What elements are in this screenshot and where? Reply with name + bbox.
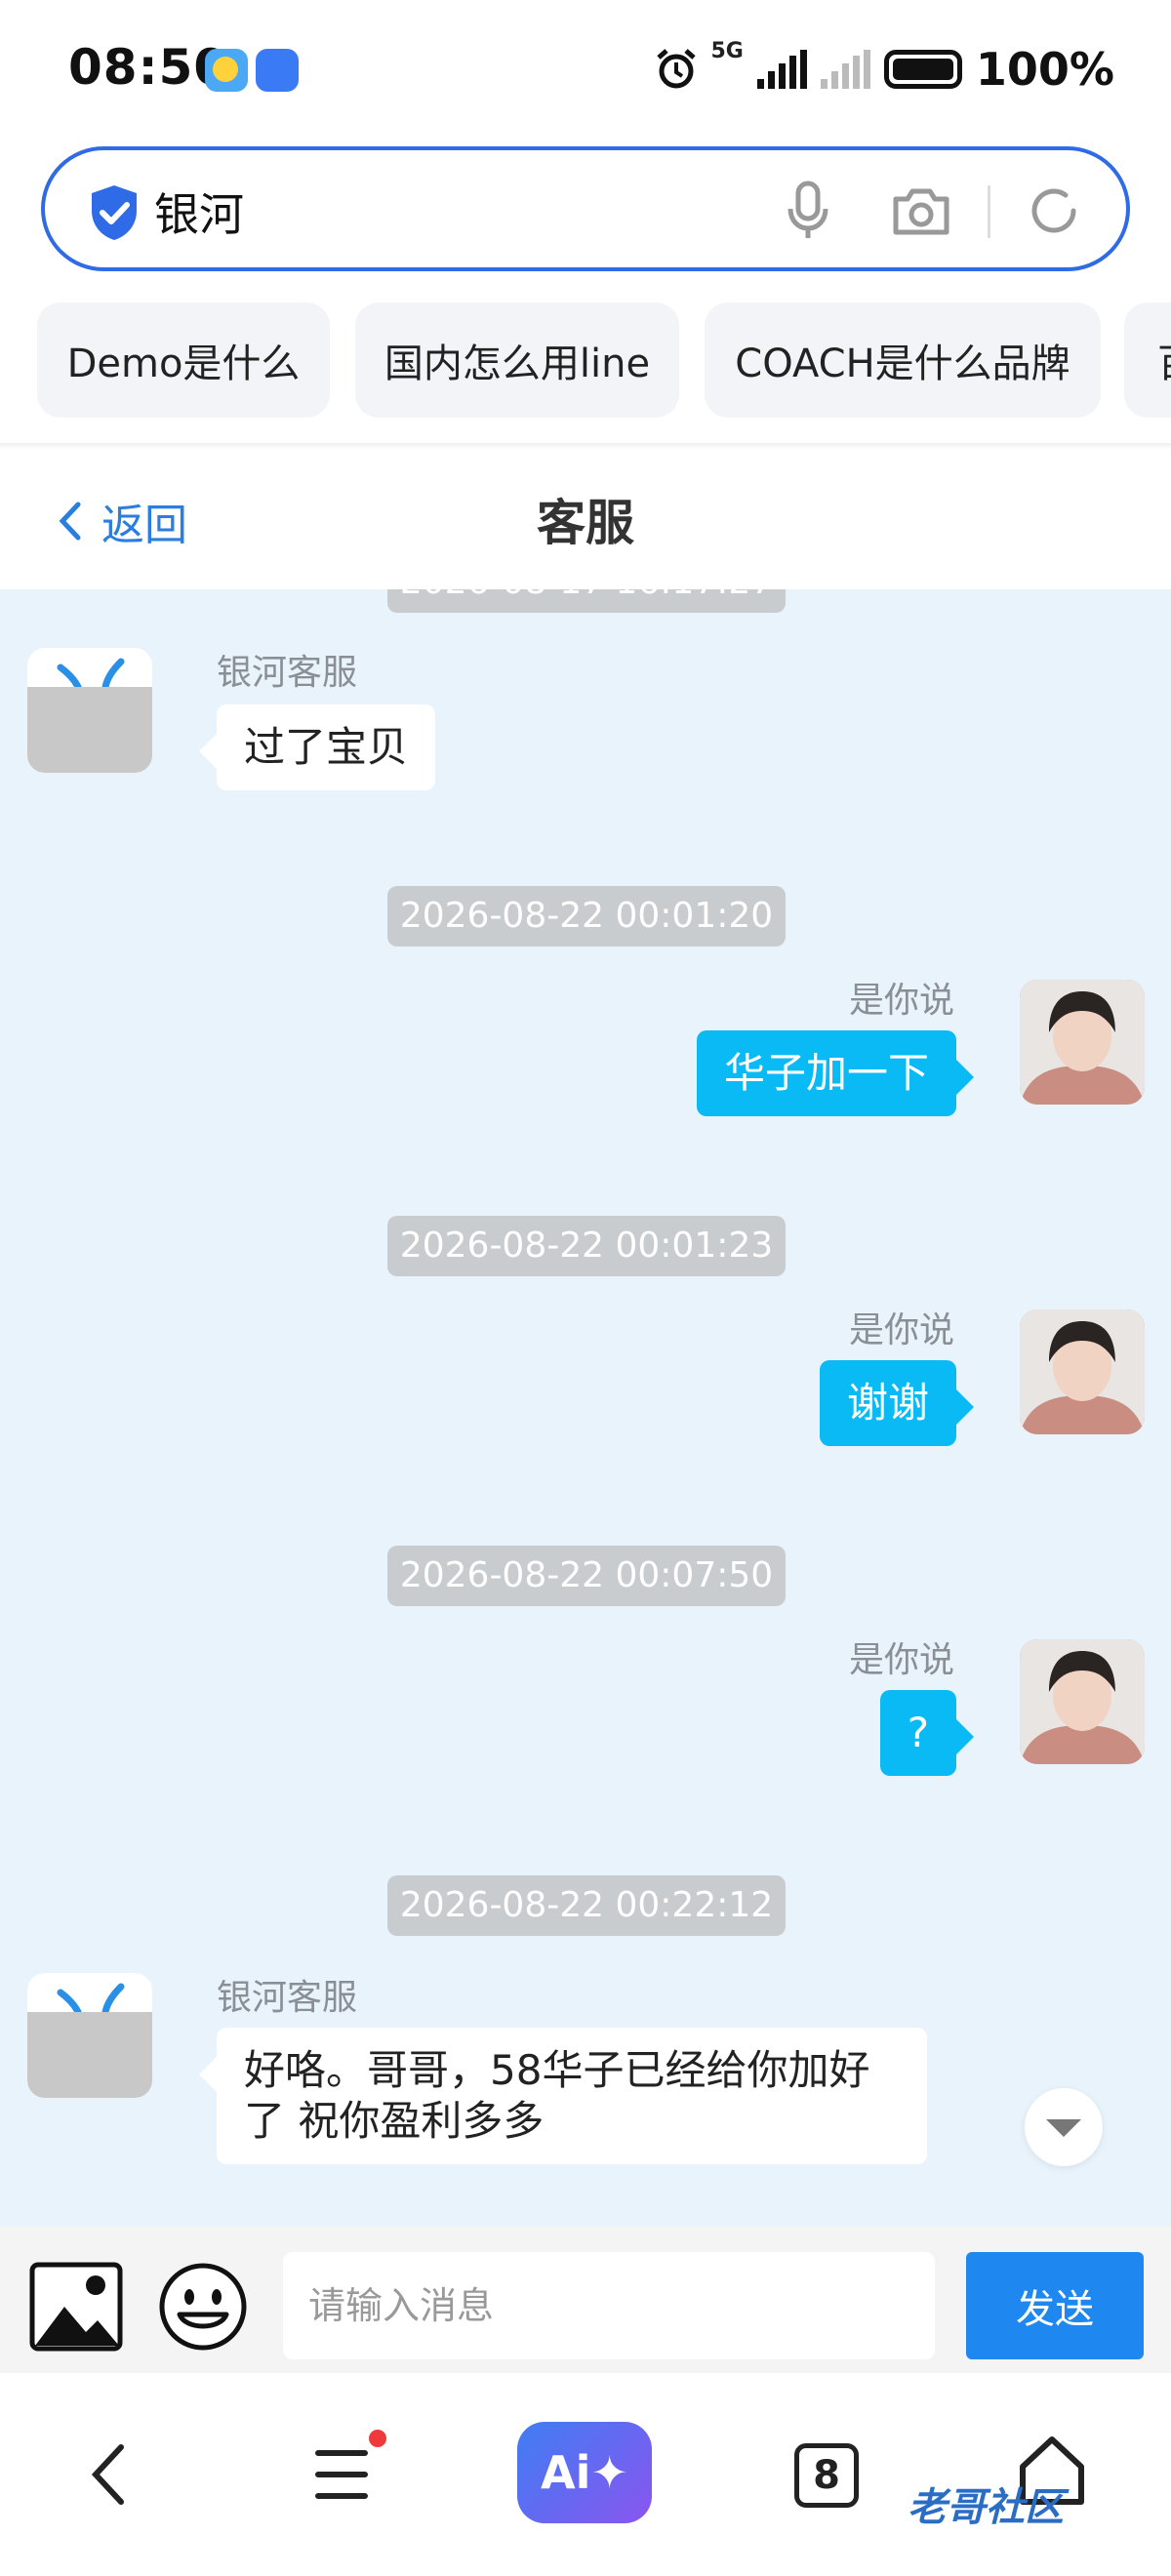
battery-percent: 100% [975, 43, 1114, 96]
sender-name: 银河客服 [217, 1978, 358, 2018]
avatar[interactable] [1020, 1639, 1145, 1764]
suggestion-chip[interactable]: Demo是什么 [37, 302, 330, 418]
user-photo-icon [1020, 1309, 1145, 1434]
tab-switcher-button[interactable]: 8 [794, 2443, 859, 2508]
timestamp: 2026-08-17 16:17:27 [387, 589, 786, 613]
menu-icon[interactable] [314, 2445, 369, 2504]
app-market-icon [256, 49, 299, 92]
user-photo-icon [1020, 1639, 1145, 1764]
shield-check-icon [92, 185, 137, 240]
notification-dot [369, 2430, 386, 2447]
status-bar: 08:50 5G 100% [0, 0, 1171, 146]
user-photo-icon [1020, 980, 1145, 1105]
microphone-icon[interactable] [787, 180, 829, 242]
suggestion-chips: Demo是什么 国内怎么用line COACH是什么品牌 百 [0, 302, 1171, 420]
suggestion-chip[interactable]: COACH是什么品牌 [705, 302, 1101, 418]
message-input[interactable] [283, 2252, 935, 2359]
back-label: 返回 [101, 501, 187, 550]
avatar[interactable] [1020, 1309, 1145, 1434]
search-divider [988, 185, 990, 238]
message-bubble[interactable]: 好咯。哥哥，58华子已经给你加好了 祝你盈利多多 [199, 2028, 927, 2164]
back-button[interactable]: 返回 [59, 490, 187, 552]
brand-logo-icon [57, 658, 125, 687]
emoji-icon[interactable] [156, 2262, 250, 2352]
send-button[interactable]: 发送 [966, 2252, 1144, 2359]
sender-name: 是你说 [848, 1640, 954, 1680]
chevron-left-icon [59, 502, 81, 541]
timestamp: 2026-08-22 00:07:50 [387, 1546, 786, 1606]
sender-name: 银河客服 [217, 653, 358, 693]
refresh-icon[interactable] [1025, 181, 1083, 240]
timestamp: 2026-08-22 00:22:12 [387, 1875, 786, 1936]
search-bar[interactable]: 银河 [41, 146, 1130, 271]
camera-icon[interactable] [892, 183, 950, 238]
chat-area[interactable]: 2026-08-17 16:17:27 银河客服 过了宝贝 2026-08-22… [0, 589, 1171, 2227]
signal-secondary-icon [820, 50, 870, 89]
message-input-bar: 发送 [0, 2227, 1171, 2373]
message-bubble[interactable]: 过了宝贝 [198, 704, 436, 790]
back-arrow-icon[interactable] [88, 2443, 127, 2506]
weather-app-icon [205, 49, 248, 92]
battery-icon [883, 50, 962, 89]
sender-name: 是你说 [848, 1310, 954, 1350]
status-indicators: 5G 100% [655, 35, 1114, 103]
message-bubble[interactable]: ? [879, 1690, 975, 1776]
brand-logo-icon [57, 1983, 125, 2012]
alarm-icon [656, 49, 696, 89]
suggestion-chip[interactable]: 国内怎么用line [355, 302, 679, 418]
image-icon[interactable] [29, 2262, 123, 2352]
timestamp: 2026-08-22 00:01:23 [387, 1216, 786, 1276]
browser-nav-bar: Ai✦ 8 老哥社区 [0, 2373, 1171, 2576]
signal-strength-icon [756, 50, 807, 89]
message-bubble[interactable]: 华子加一下 [696, 1030, 975, 1116]
network-type-label: 5G [710, 39, 744, 63]
timestamp: 2026-08-22 00:01:20 [387, 886, 786, 946]
avatar[interactable] [27, 648, 152, 773]
scroll-down-button[interactable] [1025, 2088, 1103, 2166]
message-bubble[interactable]: 谢谢 [819, 1360, 975, 1446]
sender-name: 是你说 [848, 981, 954, 1021]
suggestion-chip[interactable]: 百 [1124, 302, 1171, 418]
chat-header: 客服 返回 [0, 449, 1171, 589]
search-query[interactable]: 银河 [154, 180, 244, 244]
ai-assistant-button[interactable]: Ai✦ [517, 2422, 652, 2523]
avatar[interactable] [1020, 980, 1145, 1105]
avatar[interactable] [27, 1973, 152, 2098]
watermark-logo: 老哥社区 [908, 2485, 1064, 2530]
